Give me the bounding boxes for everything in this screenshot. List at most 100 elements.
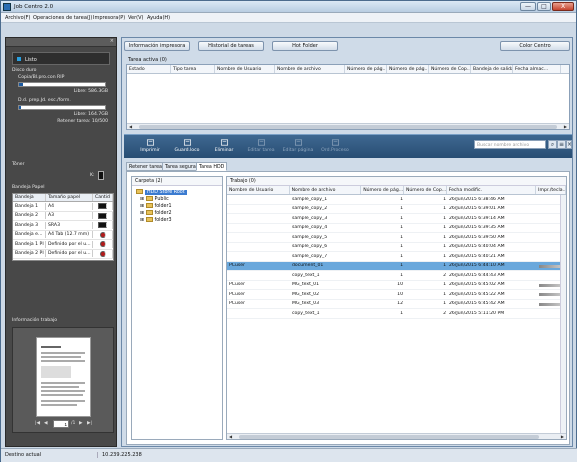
folder-folder3[interactable]: ⊞ folder3: [140, 217, 172, 223]
folder-icon: [145, 203, 153, 208]
job-row[interactable]: sample_copy_7 1 1 26/Jun/2015 6:40:21 AM: [227, 252, 566, 262]
active-col-header[interactable]: Nombre de Usuario: [215, 65, 275, 73]
paper-tray-table: Bandeja Tamaño papel Cantid Bandeja 1 A4…: [12, 193, 114, 261]
job-row[interactable]: sample_copy_3 1 1 26/Jun/2015 6:39:14 AM: [227, 214, 566, 224]
print-button[interactable]: Imprimir: [132, 136, 168, 158]
job-user: PCuser: [229, 291, 245, 297]
job-col-header[interactable]: Número de Cop...: [404, 186, 447, 194]
color-centro-button[interactable]: Color Centro: [500, 41, 570, 51]
job-pages: 1: [400, 253, 403, 259]
job-row[interactable]: PCuser document_01 1 1 26/Jun/2015 6:44:…: [227, 261, 566, 271]
menu-impresora[interactable]: Impresora(P): [93, 15, 125, 21]
menu-archivo[interactable]: Archivo(F): [5, 15, 30, 21]
job-row[interactable]: PCuser MG_text_02 10 1 26/Jun/2015 6:45:…: [227, 290, 566, 300]
active-col-header[interactable]: Bandeja de salida: [471, 65, 513, 73]
expand-icon[interactable]: ≡: [557, 140, 566, 149]
job-pages: 1: [400, 206, 403, 211]
job-pages: 1: [400, 196, 403, 202]
active-col-header[interactable]: Nombre de archivo: [275, 65, 345, 73]
delete-button[interactable]: Eliminar: [206, 136, 242, 158]
clear-search-icon[interactable]: ×: [566, 140, 572, 149]
active-col-header[interactable]: Tipo tarea: [171, 65, 215, 73]
job-col-header[interactable]: Impr./tecla...: [536, 186, 566, 194]
active-col-header[interactable]: Número de Cop...: [429, 65, 471, 73]
job-table-header: Nombre de Usuario Nombre de archivo Número…: [227, 186, 566, 195]
job-pages: 1: [400, 244, 403, 249]
job-row[interactable]: sample_copy_5 1 1 26/Jun/2015 6:39:50 AM: [227, 233, 566, 243]
job-history-button[interactable]: Historial de tareas: [198, 41, 264, 51]
job-row[interactable]: sample_copy_2 1 1 26/Jun/2015 6:39:01 AM: [227, 205, 566, 214]
job-copies: 1: [443, 206, 446, 211]
disk-usage-bar-2: [18, 105, 106, 110]
maximize-button[interactable]: □: [537, 2, 551, 11]
active-col-header[interactable]: Número de pág...: [345, 65, 387, 73]
tab-tarea-hdd[interactable]: Tarea HDD: [196, 162, 228, 171]
page-number-input[interactable]: [53, 420, 69, 428]
menu-operaciones[interactable]: Operaciones de tarea(J): [33, 15, 92, 21]
printer-info-button[interactable]: Información impresora: [124, 41, 190, 51]
scroll-thumb[interactable]: [139, 125, 557, 129]
job-hscroll[interactable]: ◀ ▶: [227, 433, 566, 439]
active-col-header[interactable]: Estado: [127, 65, 171, 73]
tray-row[interactable]: Bandeja 2 PI Definido por el u...: [13, 249, 113, 259]
delete-icon: [220, 139, 228, 146]
menu-ver[interactable]: Ver(V): [128, 15, 144, 21]
edit-page-button[interactable]: Editar página: [280, 136, 316, 158]
printer-status-box[interactable]: Listo: [12, 52, 110, 65]
search-icon[interactable]: ⌕: [548, 140, 557, 149]
scroll-left-icon[interactable]: ◀: [129, 124, 132, 129]
search-input[interactable]: Buscar nombre archivo: [474, 140, 546, 149]
size-col-header[interactable]: Tamaño papel: [46, 194, 93, 201]
job-vscroll[interactable]: [560, 195, 566, 433]
tab-retener-tarea[interactable]: Retener tarea: [126, 162, 165, 171]
save-local-button[interactable]: Guard.loco: [169, 136, 205, 158]
active-col-header[interactable]: Número de pág...: [387, 65, 429, 73]
job-row[interactable]: sample_copy_4 1 1 26/Jun/2015 6:39:35 AM: [227, 224, 566, 233]
tray-row[interactable]: Bandeja 1 PI Definido por el u...: [13, 240, 113, 250]
folder-folder1[interactable]: ⊞ folder1: [140, 203, 172, 209]
scroll-right-icon[interactable]: ▶: [561, 434, 564, 439]
active-col-header[interactable]: Fecha almac...: [513, 65, 561, 73]
job-date: 26/Jun/2015 6:40:21 AM: [449, 253, 505, 259]
prev-page-icon[interactable]: ◀: [44, 421, 48, 426]
scroll-right-icon[interactable]: ▶: [564, 124, 567, 129]
job-file: copy_text_1: [292, 272, 320, 278]
tray-col-header[interactable]: Bandeja: [13, 194, 46, 201]
job-row[interactable]: copy_text_1 1 2 26/Jun/2015 6:44:43 AM: [227, 271, 566, 281]
folder-root[interactable]: HDD Store Root: [136, 189, 187, 195]
next-page-icon[interactable]: ▶: [79, 421, 83, 426]
disk-usage-fill-2: [19, 106, 21, 109]
edit-job-button[interactable]: Editar tarea: [243, 136, 279, 158]
tray-row[interactable]: Bandeja 1 A4: [13, 202, 113, 212]
job-col-header[interactable]: Número de pág...: [361, 186, 404, 194]
panel-close-icon[interactable]: ×: [110, 38, 114, 44]
folder-folder2[interactable]: ⊞ folder2: [140, 210, 172, 216]
tray-row[interactable]: Bandeja 3 SRA3: [13, 221, 113, 231]
folder-public[interactable]: ⊞ Public: [140, 196, 169, 202]
folder-pane: Carpeta (2) HDD Store Root ⊞ Public ⊞ fo…: [131, 176, 223, 440]
hot-folder-button[interactable]: Hot Folder: [272, 41, 338, 51]
tray-row[interactable]: Bandeja e... A4 Tab (12.7 mm): [13, 230, 113, 240]
job-row[interactable]: sample_copy_6 1 1 26/Jun/2015 6:40:04 AM: [227, 243, 566, 252]
job-date: 26/Jun/2015 6:38:46 AM: [449, 196, 505, 202]
tray-size: A3: [46, 212, 93, 220]
job-col-header[interactable]: Nombre de Usuario: [227, 186, 290, 194]
job-row[interactable]: PCuser MG_text_03 12 1 26/Jun/2015 6:45:…: [227, 300, 566, 309]
job-row[interactable]: PCuser MG_text_01 10 1 26/Jun/2015 6:45:…: [227, 281, 566, 290]
qty-col-header[interactable]: Cantid: [93, 194, 113, 201]
job-col-header[interactable]: Fecha modific.: [447, 186, 537, 194]
first-page-icon[interactable]: |◀: [35, 421, 40, 426]
active-hscroll[interactable]: ◀ ▶: [127, 123, 569, 129]
last-page-icon[interactable]: ▶|: [87, 421, 92, 426]
order-process-button[interactable]: Ord.Proceso: [317, 136, 353, 158]
tray-row[interactable]: Bandeja 2 A3: [13, 211, 113, 221]
tab-tarea-segura[interactable]: Tarea segura: [162, 162, 199, 171]
menu-ayuda[interactable]: Ayuda(H): [147, 15, 170, 21]
job-row[interactable]: sample_copy_1 1 1 26/Jun/2015 6:38:46 AM: [227, 195, 566, 205]
scroll-left-icon[interactable]: ◀: [229, 434, 232, 439]
minimize-button[interactable]: —: [520, 2, 536, 11]
job-row[interactable]: copy_text_1 1 2 26/Jun/2015 5:11:20 PM: [227, 309, 566, 319]
scroll-thumb[interactable]: [239, 435, 539, 439]
close-button[interactable]: X: [552, 2, 574, 11]
job-col-header[interactable]: Nombre de archivo: [290, 186, 362, 194]
